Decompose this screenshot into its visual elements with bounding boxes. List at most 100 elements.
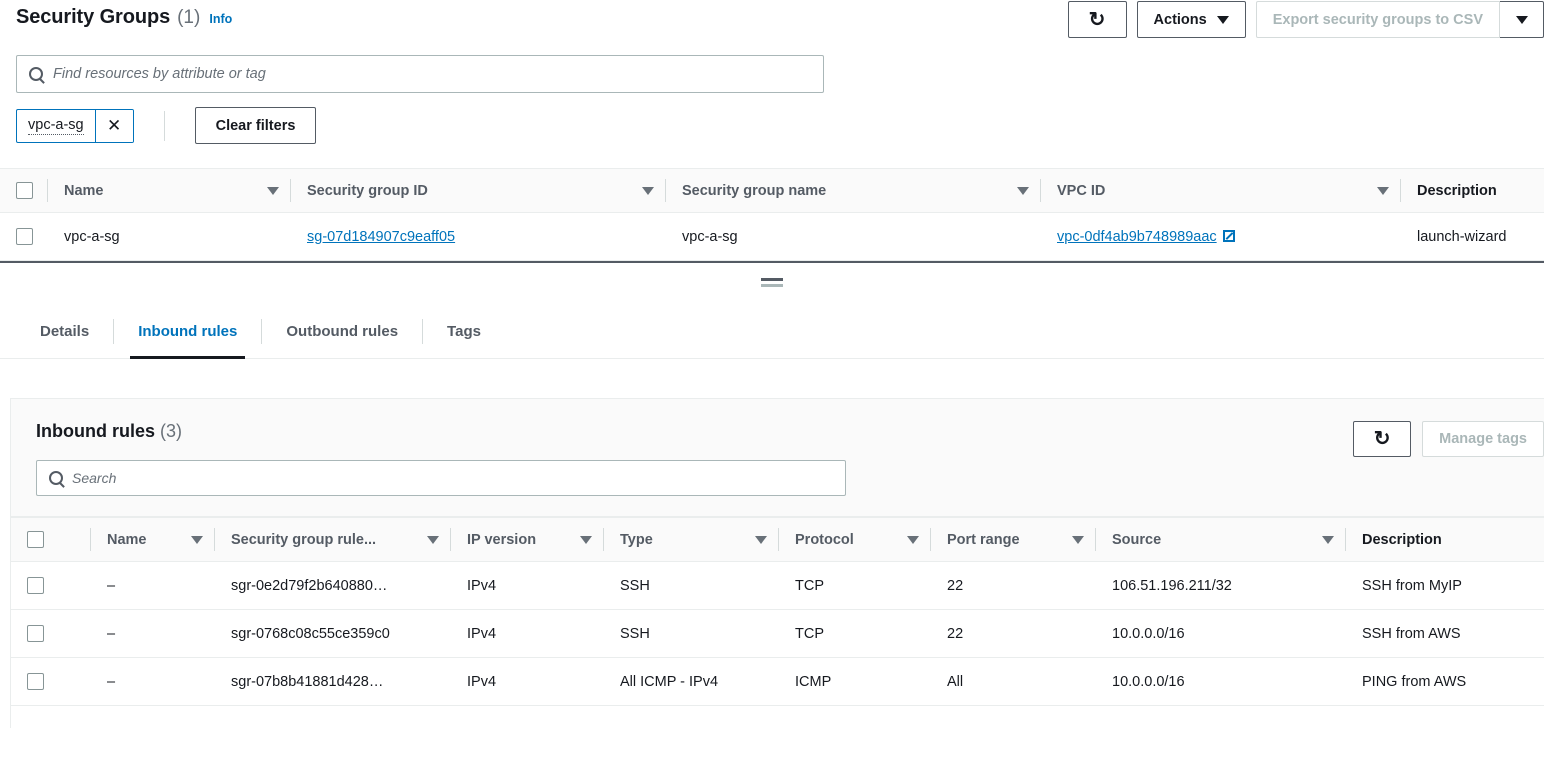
- cell-name: –: [91, 561, 215, 610]
- table-row[interactable]: – sgr-0e2d79f2b640880… IPv4 SSH TCP 22 1…: [11, 561, 1544, 610]
- export-csv-button[interactable]: Export security groups to CSV: [1255, 1, 1500, 38]
- sort-icon[interactable]: [191, 535, 203, 544]
- panel-splitter[interactable]: [0, 261, 1544, 305]
- tab-details[interactable]: Details: [16, 305, 113, 358]
- page-resource-count: (1): [177, 7, 201, 28]
- row-checkbox[interactable]: [27, 673, 44, 690]
- external-link-icon[interactable]: [1222, 229, 1235, 242]
- filter-area: Find resources by attribute or tag: [0, 46, 1544, 93]
- select-all-checkbox[interactable]: [16, 182, 33, 199]
- sort-icon[interactable]: [755, 535, 767, 544]
- inbound-column-header-description[interactable]: Description: [1346, 517, 1544, 562]
- sort-icon[interactable]: [1322, 535, 1334, 544]
- table-header-row: Name Security group ID Security group na…: [0, 168, 1544, 213]
- search-input[interactable]: Find resources by attribute or tag: [16, 55, 824, 93]
- page-title: Security Groups: [16, 6, 171, 28]
- info-link[interactable]: Info: [209, 12, 232, 26]
- sort-icon[interactable]: [267, 186, 279, 195]
- clear-filters-button[interactable]: Clear filters: [194, 107, 317, 144]
- manage-tags-label: Manage tags: [1439, 431, 1527, 447]
- cell-security-group-name: vpc-a-sg: [666, 212, 1041, 261]
- search-icon: [29, 67, 43, 81]
- drag-handle-icon[interactable]: [761, 278, 783, 290]
- cell-description: SSH from MyIP: [1346, 561, 1544, 610]
- inbound-column-header-source[interactable]: Source: [1096, 517, 1346, 562]
- row-checkbox[interactable]: [27, 625, 44, 642]
- cell-security-group-id: sg-07d184907c9eaff05: [291, 212, 666, 261]
- search-placeholder: Find resources by attribute or tag: [53, 66, 266, 82]
- inbound-rules-actions: ↻ Manage tags: [1353, 421, 1544, 457]
- search-icon: [49, 471, 63, 485]
- sort-icon[interactable]: [1072, 535, 1084, 544]
- cell-type: SSH: [604, 609, 779, 658]
- export-button-group: Export security groups to CSV: [1255, 1, 1544, 38]
- inbound-column-header-ip-version[interactable]: IP version: [451, 517, 604, 562]
- sort-icon[interactable]: [642, 186, 654, 195]
- inbound-rules-search-input[interactable]: Search: [36, 460, 846, 496]
- security-group-id-link[interactable]: sg-07d184907c9eaff05: [307, 229, 455, 245]
- export-dropdown-button[interactable]: [1500, 1, 1544, 38]
- security-groups-table: Name Security group ID Security group na…: [0, 168, 1544, 261]
- column-header-security-group-name[interactable]: Security group name: [666, 168, 1041, 213]
- row-checkbox[interactable]: [27, 577, 44, 594]
- refresh-button[interactable]: ↻: [1067, 1, 1127, 38]
- column-header-security-group-id[interactable]: Security group ID: [291, 168, 666, 213]
- table-row[interactable]: vpc-a-sg sg-07d184907c9eaff05 vpc-a-sg v…: [0, 212, 1544, 261]
- column-header-name[interactable]: Name: [48, 168, 291, 213]
- inbound-rules-title-row: Inbound rules (3): [36, 421, 1544, 442]
- column-header-label: Security group ID: [307, 182, 428, 199]
- inbound-column-header-port-range[interactable]: Port range: [931, 517, 1096, 562]
- chevron-down-icon: [1216, 15, 1229, 24]
- inbound-table-header-row: Name Security group rule... IP version T…: [11, 517, 1544, 562]
- cell-name: –: [91, 609, 215, 658]
- column-header-label: Port range: [947, 531, 1020, 548]
- column-header-label: Security group rule...: [231, 531, 377, 548]
- inbound-column-header-protocol[interactable]: Protocol: [779, 517, 931, 562]
- export-csv-label: Export security groups to CSV: [1272, 11, 1483, 28]
- filter-token-row: vpc-a-sg ✕ Clear filters: [0, 93, 1544, 144]
- tab-label: Details: [40, 323, 90, 340]
- manage-tags-button[interactable]: Manage tags: [1422, 421, 1544, 457]
- vpc-id-link[interactable]: vpc-0df4ab9b748989aac: [1057, 229, 1217, 245]
- sort-icon[interactable]: [907, 535, 919, 544]
- sort-icon[interactable]: [1377, 186, 1389, 195]
- cell-rule-id: sgr-0768c08c55ce359c0: [215, 609, 451, 658]
- column-header-description[interactable]: Description: [1401, 168, 1544, 213]
- row-select-cell: [11, 609, 91, 658]
- row-select-cell: [11, 657, 91, 706]
- sort-icon[interactable]: [1017, 186, 1029, 195]
- filter-token-remove-button[interactable]: ✕: [94, 109, 133, 142]
- tab-inbound-rules[interactable]: Inbound rules: [114, 305, 261, 359]
- column-header-vpc-id[interactable]: VPC ID: [1041, 168, 1401, 213]
- inbound-column-header-rule-id[interactable]: Security group rule...: [215, 517, 451, 562]
- inbound-select-all-checkbox[interactable]: [27, 531, 44, 548]
- cell-description: launch-wizard: [1401, 212, 1544, 261]
- sort-icon[interactable]: [427, 535, 439, 544]
- cell-name: –: [91, 657, 215, 706]
- cell-ip-version: IPv4: [451, 609, 604, 658]
- inbound-rules-refresh-button[interactable]: ↻: [1353, 421, 1412, 457]
- actions-button[interactable]: Actions: [1136, 1, 1246, 38]
- inbound-column-header-name[interactable]: Name: [91, 517, 215, 562]
- tab-outbound-rules[interactable]: Outbound rules: [262, 305, 422, 358]
- cell-ip-version: IPv4: [451, 561, 604, 610]
- inbound-rules-table: Name Security group rule... IP version T…: [11, 517, 1544, 706]
- column-header-label: Type: [620, 531, 653, 548]
- inbound-rules-title: Inbound rules: [36, 421, 155, 441]
- refresh-icon: ↻: [1088, 8, 1106, 31]
- tab-tags[interactable]: Tags: [423, 305, 505, 358]
- row-checkbox[interactable]: [16, 228, 33, 245]
- table-row[interactable]: – sgr-0768c08c55ce359c0 IPv4 SSH TCP 22 …: [11, 609, 1544, 658]
- table-row[interactable]: – sgr-07b8b41881d428… IPv4 All ICMP - IP…: [11, 657, 1544, 706]
- filter-token[interactable]: vpc-a-sg ✕: [16, 108, 134, 143]
- inbound-rules-count: (3): [160, 421, 183, 441]
- inbound-rules-panel: Inbound rules (3) Search ↻ Manage tags N…: [10, 398, 1544, 728]
- column-header-label: Security group name: [682, 182, 827, 199]
- column-header-label: Description: [1362, 531, 1442, 548]
- select-all-header: [0, 168, 48, 213]
- inbound-column-header-type[interactable]: Type: [604, 517, 779, 562]
- tab-label: Outbound rules: [286, 323, 399, 340]
- cell-type: SSH: [604, 561, 779, 610]
- tab-label: Inbound rules: [138, 323, 238, 340]
- sort-icon[interactable]: [580, 535, 592, 544]
